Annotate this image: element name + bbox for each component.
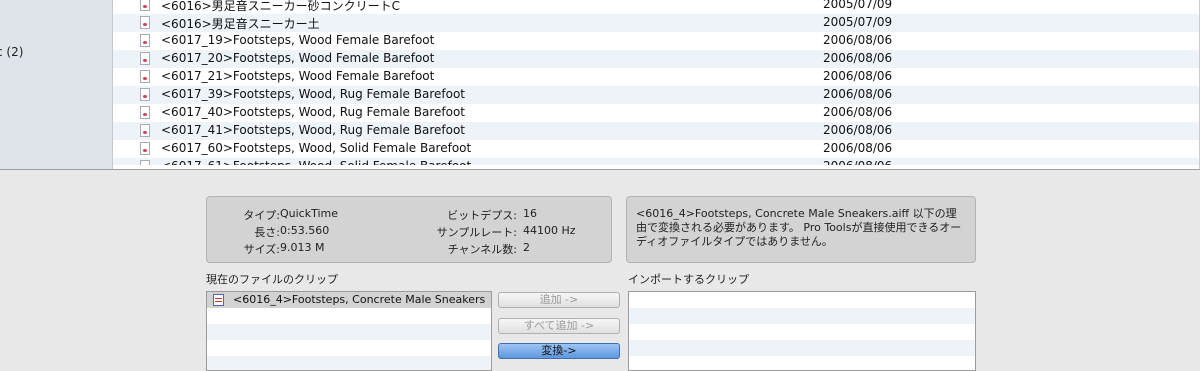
file-date: 2005/07/09 — [823, 15, 893, 29]
audio-file-icon — [140, 52, 150, 65]
conversion-message: <6016_4>Footsteps, Concrete Male Sneaker… — [636, 207, 962, 248]
sidebar: c (2) — [0, 0, 113, 169]
file-name: <6017_60>Footsteps, Wood, Solid Female B… — [161, 141, 472, 155]
empty-row — [629, 356, 975, 370]
file-row[interactable]: <6017_41>Footsteps, Wood, Rug Female Bar… — [113, 122, 1200, 140]
samplerate-value: 44100 Hz — [523, 224, 576, 237]
empty-row — [207, 308, 491, 324]
import-clips-list[interactable] — [628, 291, 976, 371]
channels-value: 2 — [523, 241, 530, 254]
empty-row — [629, 324, 975, 340]
file-name: <6017_41>Footsteps, Wood, Rug Female Bar… — [161, 123, 466, 137]
add-all-button[interactable]: すべて追加 -> — [498, 318, 620, 334]
file-row[interactable]: <6017_21>Footsteps, Wood Female Barefoot… — [113, 68, 1200, 86]
bitdepth-value: 16 — [523, 207, 537, 220]
file-name: <6017_20>Footsteps, Wood Female Barefoot — [161, 51, 435, 65]
audio-file-icon — [140, 142, 150, 155]
file-name: <6017_61>Footsteps, Wood, Solid Female B… — [161, 159, 471, 165]
audio-clip-icon — [213, 294, 224, 306]
file-date: 2006/08/06 — [823, 141, 893, 155]
file-row[interactable]: <6016>男足音スニーカー土 2005/07/09 — [113, 14, 1200, 32]
file-row[interactable]: <6017_60>Footsteps, Wood, Solid Female B… — [113, 140, 1200, 158]
size-label: サイズ: — [243, 243, 280, 256]
audio-file-icon — [140, 106, 150, 119]
file-row[interactable]: <6016>男足音スニーカー砂コンクリートC 2005/07/09 — [113, 0, 1200, 14]
audio-file-icon — [140, 160, 150, 165]
audio-file-icon — [140, 16, 150, 29]
size-value: 9.013 M — [280, 241, 325, 254]
samplerate-label: サンプルレート: — [436, 226, 517, 239]
type-value: QuickTime — [280, 207, 339, 220]
empty-row — [629, 340, 975, 356]
panel-divider[interactable] — [0, 169, 1200, 170]
file-date: 2006/08/06 — [823, 69, 893, 83]
audio-file-icon — [140, 70, 150, 83]
file-list: <6016>男足音スニーカー砂コンクリートC 2005/07/09 <6016>男足… — [113, 0, 1200, 165]
length-value: 0:53.560 — [280, 224, 330, 237]
current-clips-list[interactable]: <6016_4>Footsteps, Concrete Male Sneaker… — [206, 291, 492, 371]
current-clips-label: 現在のファイルのクリップ — [206, 273, 338, 286]
file-name: <6017_40>Footsteps, Wood, Rug Female Bar… — [161, 105, 466, 119]
file-name: <6017_39>Footsteps, Wood, Rug Female Bar… — [161, 87, 466, 101]
clip-item[interactable]: <6016_4>Footsteps, Concrete Male Sneaker… — [207, 292, 491, 308]
add-button[interactable]: 追加 -> — [498, 292, 620, 308]
file-name: <6017_21>Footsteps, Wood Female Barefoot — [161, 69, 435, 83]
file-row[interactable]: <6017_19>Footsteps, Wood Female Barefoot… — [113, 32, 1200, 50]
convert-button[interactable]: 変換-> — [498, 343, 620, 359]
file-name: <6016>男足音スニーカー砂コンクリートC — [161, 0, 401, 13]
import-clips-label: インポートするクリップ — [628, 273, 749, 286]
file-name: <6016>男足音スニーカー土 — [161, 17, 320, 31]
clip-name: <6016_4>Footsteps, Concrete Male Sneaker… — [233, 293, 486, 306]
audio-file-icon — [140, 88, 150, 101]
bitdepth-label: ビットデプス: — [447, 209, 517, 222]
file-date: 2006/08/06 — [823, 123, 893, 137]
file-date: 2006/08/06 — [823, 87, 893, 101]
empty-row — [207, 340, 491, 356]
channels-label: チャンネル数: — [447, 243, 517, 256]
file-date: 2006/08/06 — [823, 159, 892, 165]
empty-row — [629, 308, 975, 324]
audio-file-icon — [140, 124, 150, 137]
file-row[interactable]: <6017_40>Footsteps, Wood, Rug Female Bar… — [113, 104, 1200, 122]
empty-row — [207, 324, 491, 340]
file-date: 2006/08/06 — [823, 51, 893, 65]
file-browser: c (2) <6016>男足音スニーカー砂コンクリートC2005/07/09<6… — [0, 0, 1200, 169]
file-date: 2005/07/09 — [823, 0, 893, 11]
file-row[interactable]: <6017_20>Footsteps, Wood Female Barefoot… — [113, 50, 1200, 68]
file-row[interactable]: <6017_61>Footsteps, Wood, Solid Female B… — [113, 158, 1200, 165]
empty-row — [629, 292, 975, 308]
sidebar-item[interactable]: c (2) — [0, 45, 23, 59]
file-date: 2006/08/06 — [823, 105, 893, 119]
length-label: 長さ: — [254, 226, 280, 239]
empty-row — [207, 356, 491, 370]
conversion-message-box: <6016_4>Footsteps, Concrete Male Sneaker… — [626, 196, 976, 263]
file-date: 2006/08/06 — [823, 33, 893, 47]
audio-file-icon — [140, 34, 150, 47]
type-label: タイプ: — [243, 209, 280, 222]
file-info-box: タイプ: QuickTime 長さ: 0:53.560 サイズ: 9.013 M… — [206, 196, 612, 263]
audio-file-icon — [140, 0, 150, 11]
file-row[interactable]: <6017_39>Footsteps, Wood, Rug Female Bar… — [113, 86, 1200, 104]
file-name: <6017_19>Footsteps, Wood Female Barefoot — [161, 33, 435, 47]
